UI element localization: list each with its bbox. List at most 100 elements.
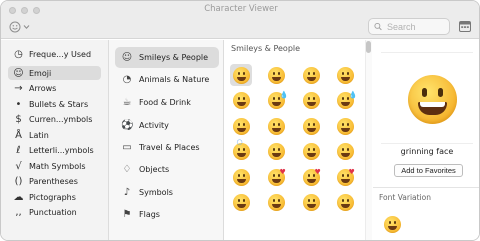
sidebar-item-label: Bullets & Stars (29, 99, 89, 109)
dollar-icon: $ (15, 113, 22, 125)
emoji-winking-face[interactable] (334, 140, 356, 162)
sidebar-item-pictographs[interactable]: ☁ Pictographs (8, 190, 101, 204)
sidebar-item-parentheses[interactable]: () Parentheses (8, 174, 101, 188)
animal-icon: ◔ (122, 74, 132, 85)
window-title: Character Viewer (204, 4, 278, 14)
divider (373, 187, 479, 188)
latin-icon: Å (15, 129, 22, 141)
smiley-icon: ☺ (13, 67, 24, 79)
emoji-grinning-face-with-smiling-eyes[interactable] (300, 64, 322, 86)
emoji-category-label: Objects (139, 165, 170, 174)
emoji-upside-down-face[interactable] (300, 140, 322, 162)
add-to-favorites-button[interactable]: Add to Favorites (394, 164, 463, 177)
smiley-icon: ☺ (121, 52, 133, 63)
character-viewer-toggle-icon[interactable] (459, 21, 471, 32)
emoji-grinning-face[interactable] (230, 64, 252, 86)
emoji-grinning-squinting-face[interactable] (230, 89, 252, 111)
emoji-category-smileys-people[interactable]: ☺ Smileys & People (115, 47, 219, 68)
character-name: grinning face (400, 147, 454, 156)
sidebar-item-label: Freque...y Used (29, 49, 92, 59)
sidebar-item-currency-symbols[interactable]: $ Curren...ymbols (8, 112, 101, 126)
emoji-face-blowing-a-kiss[interactable]: ♥ (334, 166, 356, 188)
math-icon: √ (15, 160, 22, 172)
letterlike-icon: ℓ (16, 144, 21, 156)
category-sidebar: ◷ Freque...y Used ☺ Emoji → Arrows • Bul… (1, 40, 109, 240)
clock-icon: ◷ (14, 48, 23, 60)
search-icon (374, 22, 382, 31)
emoji-kissing-face-with-closed-eyes[interactable] (300, 191, 322, 213)
emoji-category-label: Animals & Nature (139, 75, 210, 84)
character-viewer-window: Character Viewer ◷ (0, 0, 480, 241)
search-field[interactable] (368, 18, 450, 35)
emoji-category-label: Travel & Places (139, 143, 200, 152)
sidebar-item-label: Math Symbols (29, 161, 86, 171)
emoji-relieved-face[interactable] (230, 166, 252, 188)
food-icon: ☕ (122, 97, 132, 108)
emoji-face-savoring-food[interactable] (334, 191, 356, 213)
emoji-category-label: Food & Drink (139, 98, 191, 107)
toolbar: Character Viewer (1, 1, 479, 39)
action-menu-button[interactable] (9, 20, 30, 34)
emoji-grid-scrollbar[interactable] (365, 40, 372, 240)
emoji-smiling-face-with-smiling-eyes[interactable] (300, 115, 322, 137)
punctuation-icon: ,, (15, 206, 22, 218)
search-input[interactable] (387, 21, 449, 32)
sidebar-item-letterlike-symbols[interactable]: ℓ Letterli...ymbols (8, 143, 101, 157)
sidebar-item-label: Letterli...ymbols (29, 145, 94, 155)
emoji-smiling-face-with-heart-eyes[interactable]: ♥ (265, 166, 287, 188)
emoji-face-with-tears-of-joy[interactable]: 💧 (265, 89, 288, 111)
emoji-slightly-smiling-face[interactable] (265, 140, 287, 162)
emoji-category-flags[interactable]: ⚑ Flags (115, 204, 219, 225)
emoji-category-label: Flags (139, 210, 160, 219)
font-variation-label: Font Variation (379, 193, 431, 202)
pictograph-icon: ☁ (13, 191, 24, 203)
emoji-category-objects[interactable]: ♢ Objects (115, 159, 219, 180)
lightbulb-icon: ♢ (122, 164, 132, 175)
emoji-category-animals-nature[interactable]: ◔ Animals & Nature (115, 69, 219, 90)
sidebar-item-bullets-stars[interactable]: • Bullets & Stars (8, 97, 101, 111)
emoji-smiling-face-with-halo[interactable]: ○ (230, 138, 252, 162)
emoji-category-label: Symbols (139, 188, 173, 197)
sidebar-item-latin[interactable]: Å Latin (8, 128, 101, 142)
emoji-smiling-face[interactable] (265, 115, 287, 137)
sidebar-item-punctuation[interactable]: ,, Punctuation (8, 205, 101, 219)
emoji-category-food-drink[interactable]: ☕ Food & Drink (115, 92, 219, 113)
emoji-kissing-face-with-smiling-eyes[interactable] (265, 191, 287, 213)
emoji-category-list: ☺ Smileys & People ◔ Animals & Nature ☕ … (109, 40, 224, 240)
emoji-section-title: Smileys & People (231, 44, 301, 53)
sidebar-item-frequently-used[interactable]: ◷ Freque...y Used (8, 47, 101, 61)
sidebar-item-label: Punctuation (29, 207, 77, 217)
emoji-slightly-smiling-face[interactable] (334, 115, 356, 137)
ball-icon: ⚽ (121, 120, 134, 131)
character-detail-panel: grinning face Add to Favorites Font Vari… (373, 40, 479, 240)
parentheses-icon: () (14, 175, 23, 187)
arrow-icon: → (14, 82, 23, 94)
emoji-grid: Smileys & People 💧 💧 ○ ♥ ♥ ♥ (225, 40, 365, 240)
emoji-grinning-face-with-sweat[interactable] (300, 89, 322, 111)
grinning-face-large-icon (408, 75, 457, 124)
sidebar-item-label: Emoji (29, 68, 52, 78)
emoji-beaming-face-with-smiling-eyes[interactable] (334, 64, 356, 86)
travel-icon: ▭ (122, 142, 132, 153)
emoji-smiling-face-with-hearts[interactable]: ♥ (300, 166, 322, 188)
sidebar-item-math-symbols[interactable]: √ Math Symbols (8, 159, 101, 173)
emoji-category-label: Smileys & People (139, 53, 209, 62)
emoji-category-symbols[interactable]: ♪ Symbols (115, 182, 219, 203)
sidebar-item-label: Arrows (29, 83, 57, 93)
sidebar-item-label: Parentheses (29, 176, 78, 186)
emoji-category-travel-places[interactable]: ▭ Travel & Places (115, 137, 219, 158)
scrollbar-thumb[interactable] (366, 41, 371, 53)
emoji-face-with-tears-of-joy[interactable]: 💧 (334, 89, 357, 111)
symbols-icon: ♪ (123, 187, 131, 198)
sidebar-item-label: Curren...ymbols (29, 114, 93, 124)
sidebar-item-emoji[interactable]: ☺ Emoji (8, 66, 101, 80)
font-variation-emoji[interactable] (381, 213, 403, 235)
sidebar-item-label: Pictographs (29, 192, 76, 202)
emoji-grinning-face-with-big-eyes[interactable] (265, 64, 287, 86)
emoji-rolling-on-the-floor-laughing[interactable] (230, 115, 252, 137)
emoji-kissing-face[interactable] (230, 191, 252, 213)
bullet-icon: • (15, 98, 22, 110)
sidebar-item-arrows[interactable]: → Arrows (8, 81, 101, 95)
sidebar-item-label: Latin (29, 130, 49, 140)
emoji-category-activity[interactable]: ⚽ Activity (115, 115, 219, 136)
